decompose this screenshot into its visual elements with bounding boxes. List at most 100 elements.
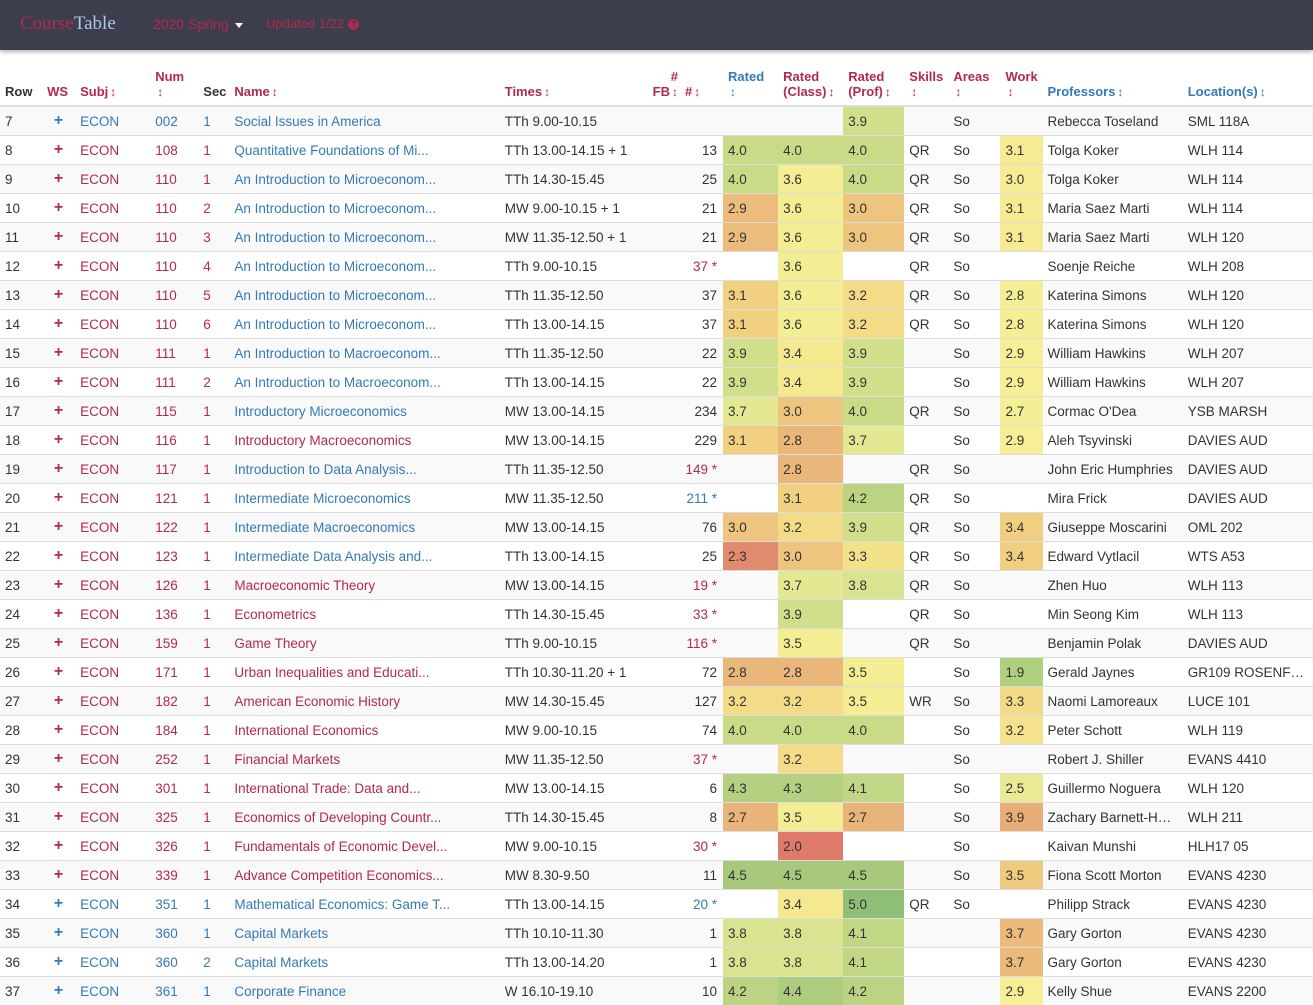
table-row[interactable]: 9+ECON1101An Introduction to Microeconom… bbox=[0, 165, 1313, 194]
add-to-worksheet-icon[interactable]: + bbox=[42, 774, 75, 803]
add-to-worksheet-icon[interactable]: + bbox=[42, 948, 75, 977]
add-to-worksheet-icon[interactable]: + bbox=[42, 455, 75, 484]
course-name-link[interactable]: International Economics bbox=[229, 716, 499, 745]
table-row[interactable]: 37+ECON3611Corporate FinanceW 16.10-19.1… bbox=[0, 977, 1313, 1005]
course-name-link[interactable]: Financial Markets bbox=[229, 745, 499, 774]
add-to-worksheet-icon[interactable]: + bbox=[42, 629, 75, 658]
table-row[interactable]: 26+ECON1711Urban Inequalities and Educat… bbox=[0, 658, 1313, 687]
table-row[interactable]: 14+ECON1106An Introduction to Microecono… bbox=[0, 310, 1313, 339]
course-name-link[interactable]: An Introduction to Microeconom... bbox=[229, 281, 499, 310]
course-name-link[interactable]: Capital Markets bbox=[229, 948, 499, 977]
table-row[interactable]: 28+ECON1841International EconomicsMW 9.0… bbox=[0, 716, 1313, 745]
table-row[interactable]: 12+ECON1104An Introduction to Microecono… bbox=[0, 252, 1313, 281]
header-times[interactable]: Times↕ bbox=[500, 51, 643, 106]
table-row[interactable]: 10+ECON1102An Introduction to Microecono… bbox=[0, 194, 1313, 223]
add-to-worksheet-icon[interactable]: + bbox=[42, 281, 75, 310]
header-skills[interactable]: Skills↕ bbox=[904, 51, 948, 106]
header-num[interactable]: Num↕ bbox=[150, 51, 198, 106]
course-name-link[interactable]: Intermediate Microeconomics bbox=[229, 484, 499, 513]
course-name-link[interactable]: Introductory Microeconomics bbox=[229, 397, 499, 426]
add-to-worksheet-icon[interactable]: + bbox=[42, 310, 75, 339]
add-to-worksheet-icon[interactable]: + bbox=[42, 194, 75, 223]
add-to-worksheet-icon[interactable]: + bbox=[42, 252, 75, 281]
table-row[interactable]: 20+ECON1211Intermediate MicroeconomicsMW… bbox=[0, 484, 1313, 513]
add-to-worksheet-icon[interactable]: + bbox=[42, 106, 75, 136]
table-row[interactable]: 11+ECON1103An Introduction to Microecono… bbox=[0, 223, 1313, 252]
course-name-link[interactable]: International Trade: Data and... bbox=[229, 774, 499, 803]
table-row[interactable]: 15+ECON1111An Introduction to Macroecono… bbox=[0, 339, 1313, 368]
table-row[interactable]: 24+ECON1361EconometricsTTh 14.30-15.4533… bbox=[0, 600, 1313, 629]
table-row[interactable]: 21+ECON1221Intermediate MacroeconomicsMW… bbox=[0, 513, 1313, 542]
course-name-link[interactable]: Game Theory bbox=[229, 629, 499, 658]
header-professors[interactable]: Professors↕ bbox=[1043, 51, 1183, 106]
course-name-link[interactable]: Capital Markets bbox=[229, 919, 499, 948]
course-name-link[interactable]: Introduction to Data Analysis... bbox=[229, 455, 499, 484]
header-work[interactable]: Work↕ bbox=[1000, 51, 1042, 106]
header-subj[interactable]: Subj↕ bbox=[75, 51, 150, 106]
add-to-worksheet-icon[interactable]: + bbox=[42, 426, 75, 455]
add-to-worksheet-icon[interactable]: + bbox=[42, 571, 75, 600]
table-row[interactable]: 34+ECON3511Mathematical Economics: Game … bbox=[0, 890, 1313, 919]
course-name-link[interactable]: An Introduction to Microeconom... bbox=[229, 194, 499, 223]
table-row[interactable]: 36+ECON3602Capital MarketsTTh 13.00-14.2… bbox=[0, 948, 1313, 977]
table-row[interactable]: 23+ECON1261Macroeconomic TheoryMW 13.00-… bbox=[0, 571, 1313, 600]
add-to-worksheet-icon[interactable]: + bbox=[42, 716, 75, 745]
header-location[interactable]: Location(s)↕ bbox=[1183, 51, 1313, 106]
course-name-link[interactable]: Macroeconomic Theory bbox=[229, 571, 499, 600]
table-row[interactable]: 7+ECON0021Social Issues in AmericaTTh 9.… bbox=[0, 106, 1313, 136]
add-to-worksheet-icon[interactable]: + bbox=[42, 136, 75, 165]
course-name-link[interactable]: An Introduction to Microeconom... bbox=[229, 223, 499, 252]
table-row[interactable]: 17+ECON1151Introductory MicroeconomicsMW… bbox=[0, 397, 1313, 426]
table-row[interactable]: 22+ECON1231Intermediate Data Analysis an… bbox=[0, 542, 1313, 571]
add-to-worksheet-icon[interactable]: + bbox=[42, 658, 75, 687]
table-row[interactable]: 29+ECON2521Financial MarketsMW 11.35-12.… bbox=[0, 745, 1313, 774]
course-name-link[interactable]: Fundamentals of Economic Devel... bbox=[229, 832, 499, 861]
course-name-link[interactable]: Intermediate Macroeconomics bbox=[229, 513, 499, 542]
header-name[interactable]: Name↕ bbox=[229, 51, 499, 106]
course-name-link[interactable]: Intermediate Data Analysis and... bbox=[229, 542, 499, 571]
course-name-link[interactable]: Econometrics bbox=[229, 600, 499, 629]
add-to-worksheet-icon[interactable]: + bbox=[42, 745, 75, 774]
header-areas[interactable]: Areas↕ bbox=[948, 51, 1000, 106]
course-name-link[interactable]: An Introduction to Macroeconom... bbox=[229, 368, 499, 397]
add-to-worksheet-icon[interactable]: + bbox=[42, 890, 75, 919]
table-row[interactable]: 31+ECON3251Economics of Developing Count… bbox=[0, 803, 1313, 832]
add-to-worksheet-icon[interactable]: + bbox=[42, 977, 75, 1005]
course-name-link[interactable]: An Introduction to Microeconom... bbox=[229, 165, 499, 194]
add-to-worksheet-icon[interactable]: + bbox=[42, 368, 75, 397]
course-name-link[interactable]: Urban Inequalities and Educati... bbox=[229, 658, 499, 687]
course-name-link[interactable]: Social Issues in America bbox=[229, 106, 499, 136]
course-name-link[interactable]: Quantitative Foundations of Mi... bbox=[229, 136, 499, 165]
course-name-link[interactable]: Mathematical Economics: Game T... bbox=[229, 890, 499, 919]
table-row[interactable]: 27+ECON1821American Economic HistoryMW 1… bbox=[0, 687, 1313, 716]
add-to-worksheet-icon[interactable]: + bbox=[42, 687, 75, 716]
header-rated[interactable]: Rated↕ bbox=[723, 51, 778, 106]
header-enrollment[interactable]: #↕ bbox=[680, 51, 723, 106]
add-to-worksheet-icon[interactable]: + bbox=[42, 484, 75, 513]
add-to-worksheet-icon[interactable]: + bbox=[42, 397, 75, 426]
add-to-worksheet-icon[interactable]: + bbox=[42, 600, 75, 629]
table-row[interactable]: 32+ECON3261Fundamentals of Economic Deve… bbox=[0, 832, 1313, 861]
season-dropdown[interactable]: 2020 Spring bbox=[153, 16, 243, 32]
course-name-link[interactable]: Economics of Developing Countr... bbox=[229, 803, 499, 832]
header-rated-class[interactable]: Rated(Class)↕ bbox=[778, 51, 843, 106]
add-to-worksheet-icon[interactable]: + bbox=[42, 803, 75, 832]
course-name-link[interactable]: American Economic History bbox=[229, 687, 499, 716]
updated-info[interactable]: Updated 1/22? bbox=[266, 16, 359, 31]
table-row[interactable]: 33+ECON3391Advance Competition Economics… bbox=[0, 861, 1313, 890]
table-row[interactable]: 35+ECON3601Capital MarketsTTh 10.10-11.3… bbox=[0, 919, 1313, 948]
table-row[interactable]: 16+ECON1112An Introduction to Macroecono… bbox=[0, 368, 1313, 397]
header-fb[interactable]: #FB↕ bbox=[643, 51, 680, 106]
add-to-worksheet-icon[interactable]: + bbox=[42, 919, 75, 948]
course-name-link[interactable]: An Introduction to Macroeconom... bbox=[229, 339, 499, 368]
add-to-worksheet-icon[interactable]: + bbox=[42, 832, 75, 861]
table-row[interactable]: 13+ECON1105An Introduction to Microecono… bbox=[0, 281, 1313, 310]
course-name-link[interactable]: Introductory Macroeconomics bbox=[229, 426, 499, 455]
table-row[interactable]: 30+ECON3011International Trade: Data and… bbox=[0, 774, 1313, 803]
course-name-link[interactable]: An Introduction to Microeconom... bbox=[229, 310, 499, 339]
course-name-link[interactable]: Corporate Finance bbox=[229, 977, 499, 1005]
add-to-worksheet-icon[interactable]: + bbox=[42, 223, 75, 252]
header-rated-prof[interactable]: Rated(Prof)↕ bbox=[843, 51, 904, 106]
table-row[interactable]: 25+ECON1591Game TheoryTTh 9.00-10.15116 … bbox=[0, 629, 1313, 658]
table-row[interactable]: 8+ECON1081Quantitative Foundations of Mi… bbox=[0, 136, 1313, 165]
